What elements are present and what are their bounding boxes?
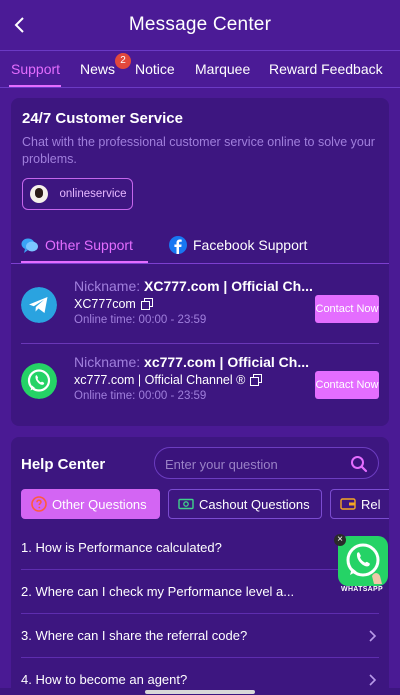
avatar [30, 185, 48, 203]
question-tab-label: Cashout Questions [199, 496, 310, 512]
faq-item[interactable]: 1. How is Performance calculated? [21, 526, 379, 570]
nickname-label: Nickname: [74, 278, 141, 294]
account-value: xc777.com | Official Channel ® [74, 373, 246, 387]
customer-service-card: 24/7 Customer Service Chat with the prof… [11, 98, 389, 426]
customer-service-description: Chat with the professional customer serv… [22, 135, 375, 166]
tab-support[interactable]: Support [11, 61, 60, 77]
tab-other-support[interactable]: Other Support [21, 236, 133, 254]
subtab-label: Other Support [45, 237, 133, 253]
question-circle-icon [31, 496, 47, 512]
online-service-button[interactable]: onlineservice [22, 178, 133, 210]
nickname-value: XC777.com | Official Ch... [144, 278, 313, 294]
telegram-icon [21, 287, 57, 323]
tab-facebook-support[interactable]: Facebook Support [169, 236, 307, 254]
floating-whatsapp-button[interactable]: × WHATSAPP [334, 534, 390, 598]
tab-marquee[interactable]: Marquee [195, 61, 250, 77]
header: Message Center [0, 0, 400, 50]
search-input[interactable] [165, 454, 345, 474]
copy-icon[interactable] [140, 298, 153, 310]
account-value: XC777com [74, 297, 136, 311]
faq-item[interactable]: 2. Where can I check my Performance leve… [21, 570, 379, 614]
tab-cashout-questions[interactable]: Cashout Questions [168, 489, 322, 519]
page-title: Message Center [128, 14, 272, 35]
faq-question: 2. Where can I check my Performance leve… [21, 584, 295, 599]
top-tabs: Support News 2 Notice Marquee Reward Fee… [0, 50, 400, 88]
tab-other-questions[interactable]: Other Questions [21, 489, 160, 519]
contact-item: Nickname: XC777.com | Official Ch... XC7… [21, 274, 379, 344]
tab-reward-feedback[interactable]: Reward Feedback [269, 61, 383, 77]
online-time: Online time: 00:00 - 23:59 [74, 314, 207, 326]
tab-notice[interactable]: Notice [135, 61, 175, 77]
search-icon[interactable] [350, 455, 368, 473]
chat-bubble-icon [21, 238, 38, 253]
whatsapp-icon [21, 363, 57, 399]
facebook-icon [169, 236, 187, 254]
help-center-title: Help Center [21, 456, 106, 473]
search-box [154, 447, 379, 479]
faq-item[interactable]: 3. Where can I share the referral code? [21, 614, 379, 658]
question-tab-label: Rel [361, 496, 381, 512]
tab-rel[interactable]: Rel [330, 489, 389, 519]
chevron-right-icon [369, 674, 377, 686]
chevron-right-icon [369, 630, 377, 642]
subtab-label: Facebook Support [193, 237, 308, 253]
online-service-label: onlineservice [59, 188, 127, 200]
whatsapp-label: WHATSAPP [341, 586, 383, 593]
nickname-value: xc777.com | Official Ch... [144, 354, 310, 370]
faq-question: 4. How to become an agent? [21, 672, 188, 687]
contact-now-button[interactable]: Contact Now [315, 295, 379, 323]
active-tab-indicator [9, 85, 61, 87]
support-subtabs: Other Support Facebook Support [11, 228, 389, 264]
question-tab-label: Other Questions [52, 496, 147, 512]
active-subtab-indicator [21, 261, 148, 263]
faq-question: 3. Where can I share the referral code? [21, 628, 248, 643]
contact-now-button[interactable]: Contact Now [315, 371, 379, 399]
tab-news[interactable]: News [80, 61, 115, 77]
online-time: Online time: 00:00 - 23:59 [74, 390, 207, 402]
question-tabs: Other Questions Cashout Questions Rel [21, 489, 389, 519]
wallet-icon [340, 498, 356, 510]
home-indicator[interactable] [145, 690, 255, 694]
close-icon[interactable]: × [334, 534, 346, 546]
customer-service-title: 24/7 Customer Service [22, 110, 183, 127]
chevron-left-icon[interactable] [10, 12, 30, 38]
nickname-label: Nickname: [74, 354, 141, 370]
contact-info: Nickname: xc777.com | Official Ch... xc7… [74, 354, 319, 402]
faq-question: 1. How is Performance calculated? [21, 540, 222, 555]
cash-icon [178, 498, 194, 510]
help-center-card: Help Center Other Questions Cashout Ques… [11, 437, 389, 695]
contact-item: Nickname: xc777.com | Official Ch... xc7… [21, 350, 379, 420]
copy-icon[interactable] [250, 374, 263, 386]
contact-info: Nickname: XC777.com | Official Ch... XC7… [74, 278, 319, 326]
news-count-badge: 2 [115, 53, 131, 69]
